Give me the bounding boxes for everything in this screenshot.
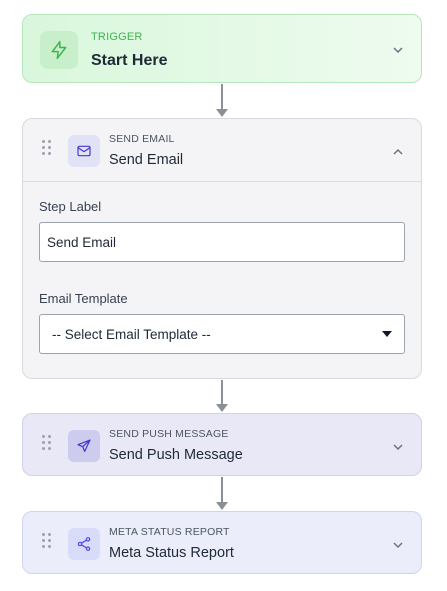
connector-arrow <box>216 109 228 117</box>
chevron-down-icon[interactable] <box>392 538 404 550</box>
step-label-input[interactable]: Send Email <box>39 222 405 262</box>
meta-status-card[interactable]: META STATUS REPORT Meta Status Report <box>22 511 422 574</box>
drag-handle-icon[interactable] <box>42 140 52 156</box>
send-push-title: Send Push Message <box>109 447 243 463</box>
share-nodes-icon <box>68 528 100 560</box>
connector-line <box>221 84 223 110</box>
email-template-label: Email Template <box>39 291 128 306</box>
chevron-down-icon[interactable] <box>392 440 404 452</box>
chevron-down-icon[interactable] <box>392 43 404 55</box>
drag-handle-icon[interactable] <box>42 533 52 549</box>
connector-line <box>221 477 223 503</box>
caret-down-icon <box>382 331 392 337</box>
trigger-title: Start Here <box>91 52 168 69</box>
connector-arrow <box>216 404 228 412</box>
chevron-up-icon[interactable] <box>392 145 404 157</box>
trigger-eyebrow: TRIGGER <box>91 31 143 43</box>
trigger-card[interactable]: TRIGGER Start Here <box>22 14 422 83</box>
send-email-eyebrow: SEND EMAIL <box>109 133 175 145</box>
send-email-header[interactable]: SEND EMAIL Send Email <box>23 119 421 182</box>
email-template-select[interactable]: -- Select Email Template -- <box>39 314 405 354</box>
meta-status-title: Meta Status Report <box>109 545 234 561</box>
envelope-icon <box>68 135 100 167</box>
send-push-card[interactable]: SEND PUSH MESSAGE Send Push Message <box>22 413 422 476</box>
lightning-icon <box>40 31 78 69</box>
send-email-card: SEND EMAIL Send Email Step Label Send Em… <box>22 118 422 379</box>
connector-arrow <box>216 502 228 510</box>
drag-handle-icon[interactable] <box>42 435 52 451</box>
email-template-selected: -- Select Email Template -- <box>52 326 211 342</box>
connector-line <box>221 380 223 405</box>
paper-plane-icon <box>68 430 100 462</box>
meta-status-eyebrow: META STATUS REPORT <box>109 526 230 538</box>
send-email-title: Send Email <box>109 152 184 168</box>
step-label-label: Step Label <box>39 199 102 214</box>
send-push-eyebrow: SEND PUSH MESSAGE <box>109 428 229 440</box>
